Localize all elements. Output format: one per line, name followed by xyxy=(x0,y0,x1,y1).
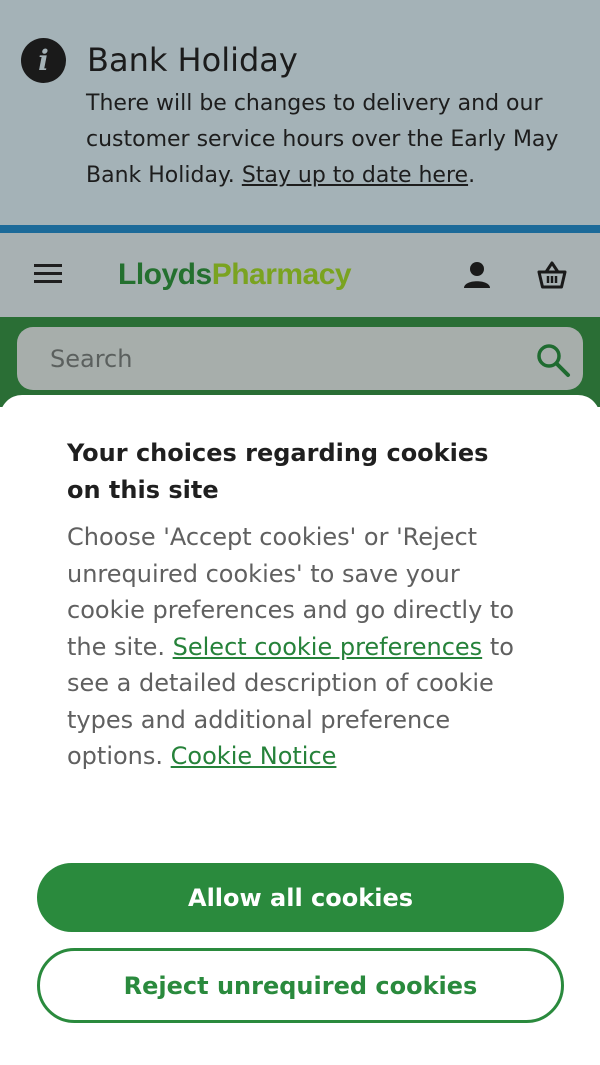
info-icon: i xyxy=(21,38,66,83)
cookie-description: Choose 'Accept cookies' or 'Reject unreq… xyxy=(67,519,537,775)
user-icon[interactable] xyxy=(463,261,491,289)
hamburger-menu-icon[interactable] xyxy=(34,264,62,284)
cookie-title: Your choices regarding cookies on this s… xyxy=(67,439,489,504)
logo-part-lloyds: Lloyds xyxy=(118,258,212,291)
logo-part-pharmacy: Pharmacy xyxy=(211,258,352,291)
bank-holiday-banner: i Bank Holiday There will be changes to … xyxy=(0,0,600,225)
site-header: LloydsPharmacy xyxy=(0,233,600,317)
banner-text: There will be changes to delivery and ou… xyxy=(86,86,576,194)
logo[interactable]: LloydsPharmacy xyxy=(118,255,352,295)
page: i Bank Holiday There will be changes to … xyxy=(0,0,600,1065)
banner-link[interactable]: Stay up to date here xyxy=(242,163,468,188)
basket-icon[interactable] xyxy=(537,260,567,290)
search-box xyxy=(17,327,583,390)
search-icon[interactable] xyxy=(535,342,571,378)
cookie-consent-dialog: Your choices regarding cookies on this s… xyxy=(0,395,600,1065)
banner-title: Bank Holiday xyxy=(87,41,298,79)
allow-all-cookies-button[interactable]: Allow all cookies xyxy=(37,863,564,932)
cookie-notice-link[interactable]: Cookie Notice xyxy=(171,742,337,770)
reject-unrequired-cookies-button[interactable]: Reject unrequired cookies xyxy=(37,948,564,1023)
select-cookie-preferences-link[interactable]: Select cookie preferences xyxy=(173,633,483,661)
banner-divider xyxy=(0,225,600,233)
banner-period: . xyxy=(468,163,476,188)
search-input[interactable] xyxy=(17,327,507,390)
search-bar-strip xyxy=(0,317,600,407)
